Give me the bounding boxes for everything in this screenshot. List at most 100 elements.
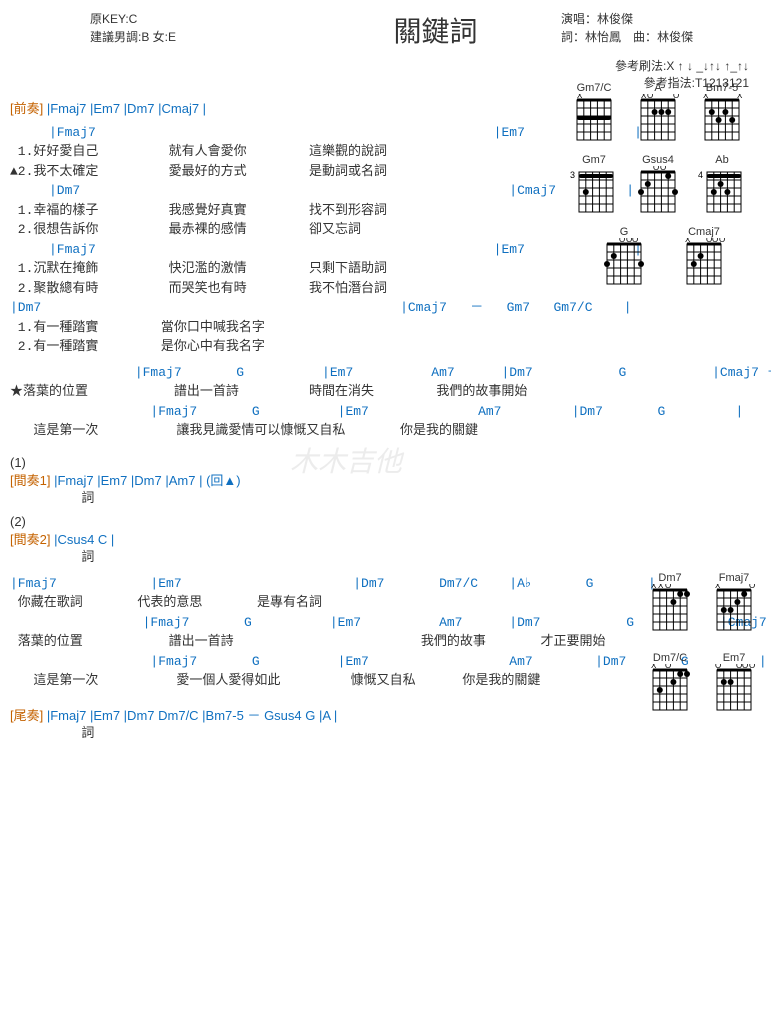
part2-section: (2) [間奏2] |Csus4 C | 詞 (10, 514, 761, 568)
diag-em7: Em7OOOO (709, 652, 759, 714)
svg-text:O: O (715, 664, 721, 670)
header-center: 關鍵詞 (310, 10, 561, 50)
diag-row-5: Dm7/CX O Em7OOOO (645, 652, 759, 724)
intro-chords: |Fmaj7 |Em7 |Dm7 |Cmaj7 | (47, 101, 206, 116)
verse-l2a: 1.幸福的樣子 我感覺好真實 找不到形容詞 (10, 201, 570, 221)
verse-c3: |Fmaj7 |Em7 | (10, 240, 570, 260)
verse-l3b: 2.聚散總有時 而哭笑也有時 我不怕潛台詞 (10, 279, 570, 299)
svg-text:O: O (673, 94, 679, 100)
diag-label: Em7 (709, 652, 759, 664)
suggested-key: 建議男調:B 女:E (90, 28, 310, 46)
diag-g: GOOO (599, 226, 649, 288)
svg-text:O: O (619, 238, 625, 244)
singer-name: 林俊傑 (597, 12, 633, 26)
svg-text:O: O (719, 238, 725, 244)
svg-text:O: O (665, 584, 671, 590)
credits-row: 詞：林怡鳳 曲：林俊傑 (561, 28, 761, 46)
diag-a: AXOO (633, 82, 683, 144)
diag-label: Fmaj7 (709, 572, 759, 584)
outro-lyric: 詞 (10, 724, 761, 744)
interlude2-tag: [間奏2] (10, 532, 50, 547)
diag-label: Gm7/C (569, 82, 619, 94)
svg-text:X: X (737, 94, 743, 100)
svg-text:O: O (660, 166, 666, 172)
verse-c1: |Fmaj7 |Em7 | (10, 123, 570, 143)
diag-label: Cmaj7 (679, 226, 729, 238)
intro-tag: [前奏] (10, 101, 43, 116)
part1-lyric: 詞 (10, 489, 761, 509)
diag-label: G (599, 226, 649, 238)
diag-label: Dm7 (645, 572, 695, 584)
interlude1-chords: |Fmaj7 |Em7 |Dm7 |Am7 | (回▲) (54, 473, 241, 488)
svg-text:O: O (712, 238, 718, 244)
outro-tag: [尾奏] (10, 708, 43, 723)
part1-label: (1) (10, 455, 761, 470)
diag-dm7c: Dm7/CX O (645, 652, 695, 714)
header-right: 演唱：林俊傑 詞：林怡鳳 曲：林俊傑 (561, 10, 761, 46)
diag-dm7: Dm7XXO (645, 572, 695, 634)
lyric-label: 詞： (561, 30, 585, 44)
diag-label: Dm7/C (645, 652, 695, 664)
svg-text:X: X (703, 94, 709, 100)
outro-chords: |Fmaj7 |Em7 |Dm7 Dm7/C |Bm7-5 － Gsus4 G … (47, 708, 337, 723)
chorus-l1: ★落葉的位置 譜出一首詩 時間在消失 我們的故事開始 (10, 382, 761, 402)
verse-l4b: 2.有一種踏實 是你心中有我名字 (10, 337, 570, 357)
diag-label: Ab (697, 154, 747, 166)
verse-c4: |Dm7 |Cmaj7 － Gm7 Gm7/C | (10, 298, 570, 318)
chorus-l2: 這是第一次 讓我見識愛情可以慷慨又自私 你是我的關鍵 (10, 421, 761, 441)
chorus-section: |Fmaj7 G |Em7 Am7 |Dm7 G |Cmaj7 － Gm7 Gm… (10, 363, 761, 441)
svg-text:O: O (742, 664, 748, 670)
diag-fmaj7: Fmaj7X O (709, 572, 759, 634)
header-left: 原KEY:C 建議男調:B 女:E (10, 10, 310, 46)
part1-section: (1) [間奏1] |Fmaj7 |Em7 |Dm7 |Am7 | (回▲) 詞 (10, 455, 761, 509)
part2-lyric: 詞 (10, 548, 761, 568)
svg-text:O: O (749, 664, 755, 670)
verse-l2b: 2.很想告訴你 最赤裸的感情 卻又忘詞 (10, 220, 570, 240)
verse-c2: |Dm7 |Cmaj7 | (10, 181, 570, 201)
diag-gsus4: Gsus4OO (633, 154, 683, 216)
svg-text:O: O (647, 94, 653, 100)
diag-cmaj7: Cmaj7XOOO (679, 226, 729, 288)
header: 原KEY:C 建議男調:B 女:E 關鍵詞 演唱：林俊傑 詞：林怡鳳 曲：林俊傑 (10, 10, 761, 50)
svg-text:O: O (632, 238, 638, 244)
verse-l3a: 1.沉默在掩飾 快氾濫的激情 只剩下語助詞 (10, 259, 570, 279)
verse-section: |Fmaj7 |Em7 | 1.好好愛自己 就有人會愛你 這樂觀的說詞 ▲2.我… (10, 123, 570, 357)
composer: 林俊傑 (657, 30, 693, 44)
diag-label: A (633, 82, 683, 94)
verse-l1a: 1.好好愛自己 就有人會愛你 這樂觀的說詞 (10, 142, 570, 162)
chorus-c2: |Fmaj7 G |Em7 Am7 |Dm7 G | (10, 402, 761, 422)
svg-text:X: X (658, 584, 664, 590)
comp-label: 曲： (633, 30, 657, 44)
chorus-c1: |Fmaj7 G |Em7 Am7 |Dm7 G |Cmaj7 － Gm7 Gm… (10, 363, 761, 383)
svg-text:4: 4 (698, 170, 703, 180)
diag-row-4: Dm7XXO Fmaj7XO (645, 572, 759, 644)
interlude1-row: [間奏1] |Fmaj7 |Em7 |Dm7 |Am7 | (回▲) (10, 470, 761, 489)
diag-label: Bm7-5 (697, 82, 747, 94)
diag-gm7c: Gm7/CX (569, 82, 619, 144)
svg-text:X: X (651, 584, 657, 590)
diag-bm7-5: Bm7-5X X (697, 82, 747, 144)
verse-l4a: 1.有一種踏實 當你口中喊我名字 (10, 318, 570, 338)
svg-text:O: O (653, 166, 659, 172)
song-title: 關鍵詞 (310, 10, 561, 50)
svg-text:X: X (715, 584, 721, 590)
diag-row-3: GOOO Cmaj7XOOO (569, 226, 759, 288)
diag-label: Gm7 (569, 154, 619, 166)
strum-label: 參考刷法: (615, 59, 666, 73)
singer-label: 演唱： (561, 12, 597, 26)
chord-diagrams: Gm7/CX AXOO Bm7-5XX Gm73 Gsus4OO Ab4 GOO… (569, 82, 759, 298)
lyricist: 林怡鳳 (585, 30, 621, 44)
svg-text:O: O (749, 584, 755, 590)
verse-l1b: ▲2.我不太確定 愛最好的方式 是動詞或名詞 (10, 162, 570, 182)
svg-text:O: O (665, 664, 671, 670)
diag-label: Gsus4 (633, 154, 683, 166)
diag-row-1: Gm7/CX AXOO Bm7-5XX (569, 82, 759, 144)
interlude1-tag: [間奏1] (10, 473, 50, 488)
diag-ab: Ab 4 (697, 154, 747, 216)
svg-text:X: X (685, 238, 691, 244)
original-key: 原KEY:C (90, 10, 310, 28)
diag-gm7: Gm73 (569, 154, 619, 216)
singer-row: 演唱：林俊傑 (561, 10, 761, 28)
interlude2-chords: |Csus4 C | (54, 532, 114, 547)
svg-text:X: X (651, 664, 657, 670)
